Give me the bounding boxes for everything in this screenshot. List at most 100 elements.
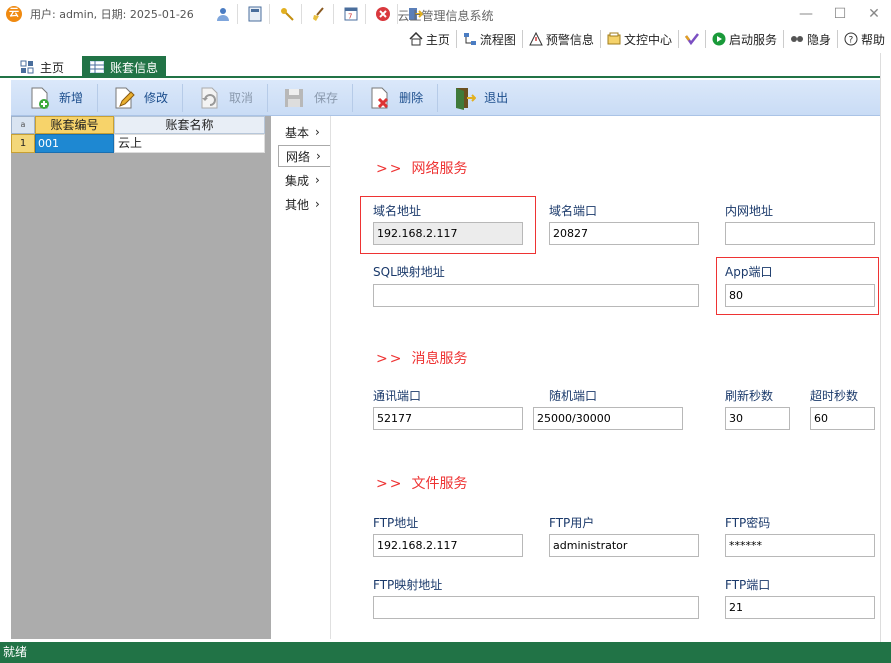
grid-corner[interactable]: a	[11, 116, 35, 134]
section-network-label: 网络服务	[411, 161, 468, 177]
home-grid-icon	[20, 60, 34, 74]
ftp-password-input[interactable]: ******	[725, 534, 875, 557]
nav-basic[interactable]: 基本 ›	[278, 121, 330, 143]
nav-network-label: 网络	[286, 149, 311, 164]
edit-pencil-icon	[115, 87, 135, 108]
row-number: 1	[11, 134, 35, 153]
section-network-title: >> 网络服务	[376, 158, 467, 178]
menu-doc-center[interactable]: 文控中心	[599, 30, 678, 48]
app-port-input[interactable]: 80	[725, 284, 875, 307]
nav-other[interactable]: 其他 ›	[278, 193, 330, 215]
flowchart-icon	[463, 33, 476, 45]
ftp-user-label: FTP用户	[549, 516, 595, 530]
quick-toolbar: 7	[212, 4, 430, 24]
section-arrows: >>	[376, 476, 404, 492]
section-arrows: >>	[376, 161, 404, 177]
menu-warning[interactable]: 预警信息	[521, 30, 600, 48]
ftp-address-input[interactable]: 192.168.2.117	[373, 534, 523, 557]
cancel-button[interactable]: 取消	[183, 83, 269, 112]
exit-button-label: 退出	[484, 91, 509, 105]
exit-door-icon	[456, 87, 477, 110]
menu-help[interactable]: ? 帮助	[836, 30, 891, 48]
domain-port-label: 域名端口	[549, 204, 598, 218]
floppy-save-icon	[285, 88, 304, 107]
app-logo-icon: 云	[6, 6, 22, 22]
ftp-port-label: FTP端口	[725, 578, 771, 592]
col-header-code[interactable]: 账套编号	[35, 116, 114, 134]
menu-hide[interactable]: 隐身	[782, 30, 837, 48]
menu-flowchart[interactable]: 流程图	[455, 30, 522, 48]
chevron-right-icon: ›	[315, 197, 320, 211]
edit-button[interactable]: 修改	[98, 83, 184, 112]
add-button[interactable]: 新增	[11, 83, 99, 112]
menu-flowchart-label: 流程图	[479, 32, 516, 47]
domain-input[interactable]: 192.168.2.117	[373, 222, 523, 245]
tab-strip: 主页 账套信息	[0, 53, 891, 78]
random-port-input[interactable]: 25000/30000	[533, 407, 683, 430]
ftp-port-input[interactable]: 21	[725, 596, 875, 619]
svg-text:?: ?	[848, 36, 853, 46]
timeout-seconds-label: 超时秒数	[810, 389, 859, 403]
broom-icon[interactable]	[308, 4, 334, 24]
table-icon	[90, 61, 104, 73]
tab-home-label: 主页	[40, 60, 65, 75]
right-margin	[880, 53, 891, 642]
delete-document-icon	[371, 87, 389, 108]
col-header-name[interactable]: 账套名称	[114, 116, 265, 134]
intranet-label: 内网地址	[725, 204, 774, 218]
title-bar: 云 用户: admin, 日期: 2025-01-26 7 云上管理信息系统 —…	[0, 0, 891, 28]
exit-icon[interactable]	[404, 4, 430, 24]
ftp-password-label: FTP密码	[725, 516, 771, 530]
calculator-icon[interactable]	[244, 4, 270, 24]
tab-home[interactable]: 主页	[12, 56, 72, 78]
close-button[interactable]: ✕	[857, 0, 891, 28]
warning-icon	[529, 32, 543, 46]
refresh-seconds-input[interactable]: 30	[725, 407, 790, 430]
menu-hide-label: 隐身	[806, 32, 831, 47]
menu-start-service[interactable]: 启动服务	[704, 30, 783, 48]
calendar-icon[interactable]: 7	[340, 4, 366, 24]
menu-home[interactable]: 主页	[403, 30, 456, 48]
vs-icon	[684, 33, 699, 46]
nav-network[interactable]: 网络 ›	[278, 145, 330, 167]
ftp-address-label: FTP地址	[373, 516, 419, 530]
nav-integration[interactable]: 集成 ›	[278, 169, 330, 191]
timeout-seconds-input[interactable]: 60	[810, 407, 875, 430]
menu-vs[interactable]	[677, 30, 705, 48]
action-toolbar: 新增 修改 取消 保存 删除 退出	[11, 80, 880, 116]
exit-button[interactable]: 退出	[438, 84, 522, 112]
delete-button-label: 删除	[399, 91, 424, 105]
user-manage-icon[interactable]	[212, 4, 238, 24]
domain-label: 域名地址	[373, 204, 422, 218]
chevron-right-icon: ›	[316, 149, 321, 163]
cancel-circle-icon[interactable]	[372, 4, 398, 24]
delete-button[interactable]: 删除	[353, 83, 439, 112]
random-port-label: 随机端口	[549, 389, 598, 403]
intranet-input[interactable]	[725, 222, 875, 245]
chevron-right-icon: ›	[315, 125, 320, 139]
save-button[interactable]: 保存	[268, 83, 354, 112]
ftp-user-input[interactable]: administrator	[549, 534, 699, 557]
ftp-map-input[interactable]	[373, 596, 699, 619]
status-bar: 就绪	[0, 642, 891, 663]
svg-text:7: 7	[348, 13, 352, 21]
menu-help-label: 帮助	[860, 32, 885, 47]
help-icon: ?	[844, 32, 858, 46]
settings-side-nav: 基本 › 网络 › 集成 › 其他 ›	[271, 116, 331, 639]
key-icon[interactable]	[276, 4, 302, 24]
menu-start-service-label: 启动服务	[728, 32, 777, 47]
domain-port-input[interactable]: 20827	[549, 222, 699, 245]
cell-name[interactable]: 云上	[114, 134, 265, 153]
tab-account-info[interactable]: 账套信息	[82, 56, 167, 78]
comm-port-input[interactable]: 52177	[373, 407, 523, 430]
doc-center-icon	[607, 32, 621, 45]
sql-map-input[interactable]	[373, 284, 699, 307]
minimize-button[interactable]: —	[789, 0, 823, 28]
menu-doc-center-label: 文控中心	[623, 32, 672, 47]
menu-home-label: 主页	[425, 32, 450, 47]
save-button-label: 保存	[314, 91, 339, 105]
maximize-button[interactable]: ☐	[823, 0, 857, 28]
network-settings-panel: >> 网络服务 域名地址 192.168.2.117 域名端口 20827 内网地…	[332, 116, 880, 639]
cell-code[interactable]: 001	[35, 134, 114, 153]
table-row[interactable]: 1 001 云上	[11, 134, 271, 153]
